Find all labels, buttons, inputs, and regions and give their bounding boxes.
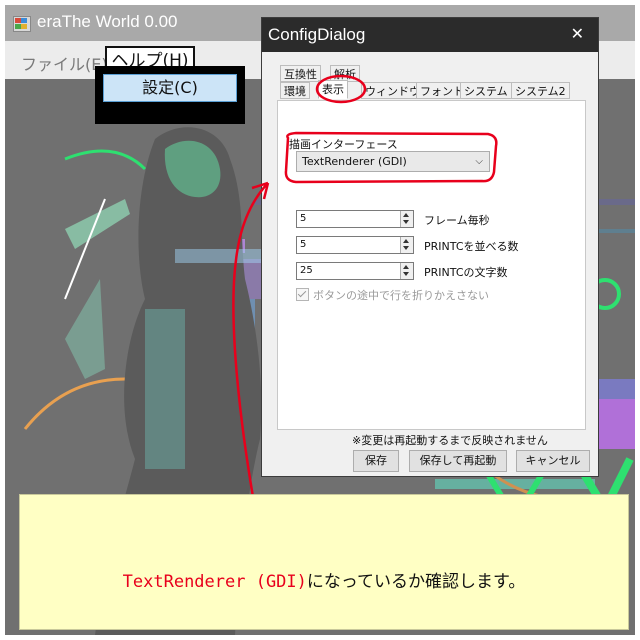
tab-system2[interactable]: システム2 [511, 82, 570, 99]
cancel-button[interactable]: キャンセル [516, 450, 590, 472]
caption-rest: になっているか確認します。 [306, 572, 526, 592]
tab-window[interactable]: ウィンドウ [361, 82, 424, 99]
printc-length-label: PRINTCの文字数 [424, 266, 508, 279]
spin-updown-icon[interactable] [400, 211, 413, 227]
chevron-down-icon: ⌵ [475, 156, 483, 167]
renderer-select[interactable]: TextRenderer (GDI) ⌵ [296, 151, 490, 172]
nowrap-checkbox[interactable] [296, 288, 309, 301]
app-window-icon [13, 16, 31, 32]
printc-count-label: PRINTCを並べる数 [424, 240, 519, 253]
config-dialog: ConfigDialog ✕ 互換性 解析 環境 表示 ウィンドウ フォント シ… [261, 17, 599, 477]
nowrap-checkbox-label: ボタンの途中で行を折りかえさない [313, 289, 489, 302]
save-restart-button[interactable]: 保存して再起動 [409, 450, 507, 472]
help-menu-dropdown: 設定(C) [95, 66, 245, 124]
renderer-select-value: TextRenderer (GDI) [302, 155, 407, 168]
caption-box: TextRenderer (GDI)になっているか確認します。 [19, 494, 629, 630]
fps-value: 5 [300, 213, 307, 224]
caption-text: TextRenderer (GDI)になっているか確認します。 [20, 567, 628, 592]
restart-note: ※変更は再起動するまで反映されません [352, 434, 548, 447]
tab-display[interactable]: 表示 [318, 80, 348, 99]
spin-updown-icon[interactable] [400, 237, 413, 253]
printc-count-value: 5 [300, 239, 307, 250]
printc-count-spinner[interactable]: 5 [296, 236, 414, 254]
menu-item-settings[interactable]: 設定(C) [103, 74, 237, 102]
dialog-title: ConfigDialog [268, 25, 366, 44]
tab-system[interactable]: システム [460, 82, 512, 99]
fps-spinner[interactable]: 5 [296, 210, 414, 228]
close-icon[interactable]: ✕ [571, 24, 584, 43]
nowrap-checkbox-row: ボタンの途中で行を折りかえさない [296, 287, 489, 303]
fps-label: フレーム毎秒 [424, 214, 490, 227]
spin-updown-icon[interactable] [400, 263, 413, 279]
printc-length-value: 25 [300, 265, 313, 276]
caption-highlight: TextRenderer (GDI) [122, 572, 307, 592]
printc-length-spinner[interactable]: 25 [296, 262, 414, 280]
dialog-titlebar: ConfigDialog ✕ [262, 18, 598, 52]
tab-environment[interactable]: 環境 [280, 82, 310, 99]
main-window-title: eraThe World 0.00 [37, 12, 178, 31]
renderer-label: 描画インターフェース [289, 138, 398, 151]
save-button[interactable]: 保存 [353, 450, 399, 472]
tab-compat[interactable]: 互換性 [280, 65, 321, 82]
